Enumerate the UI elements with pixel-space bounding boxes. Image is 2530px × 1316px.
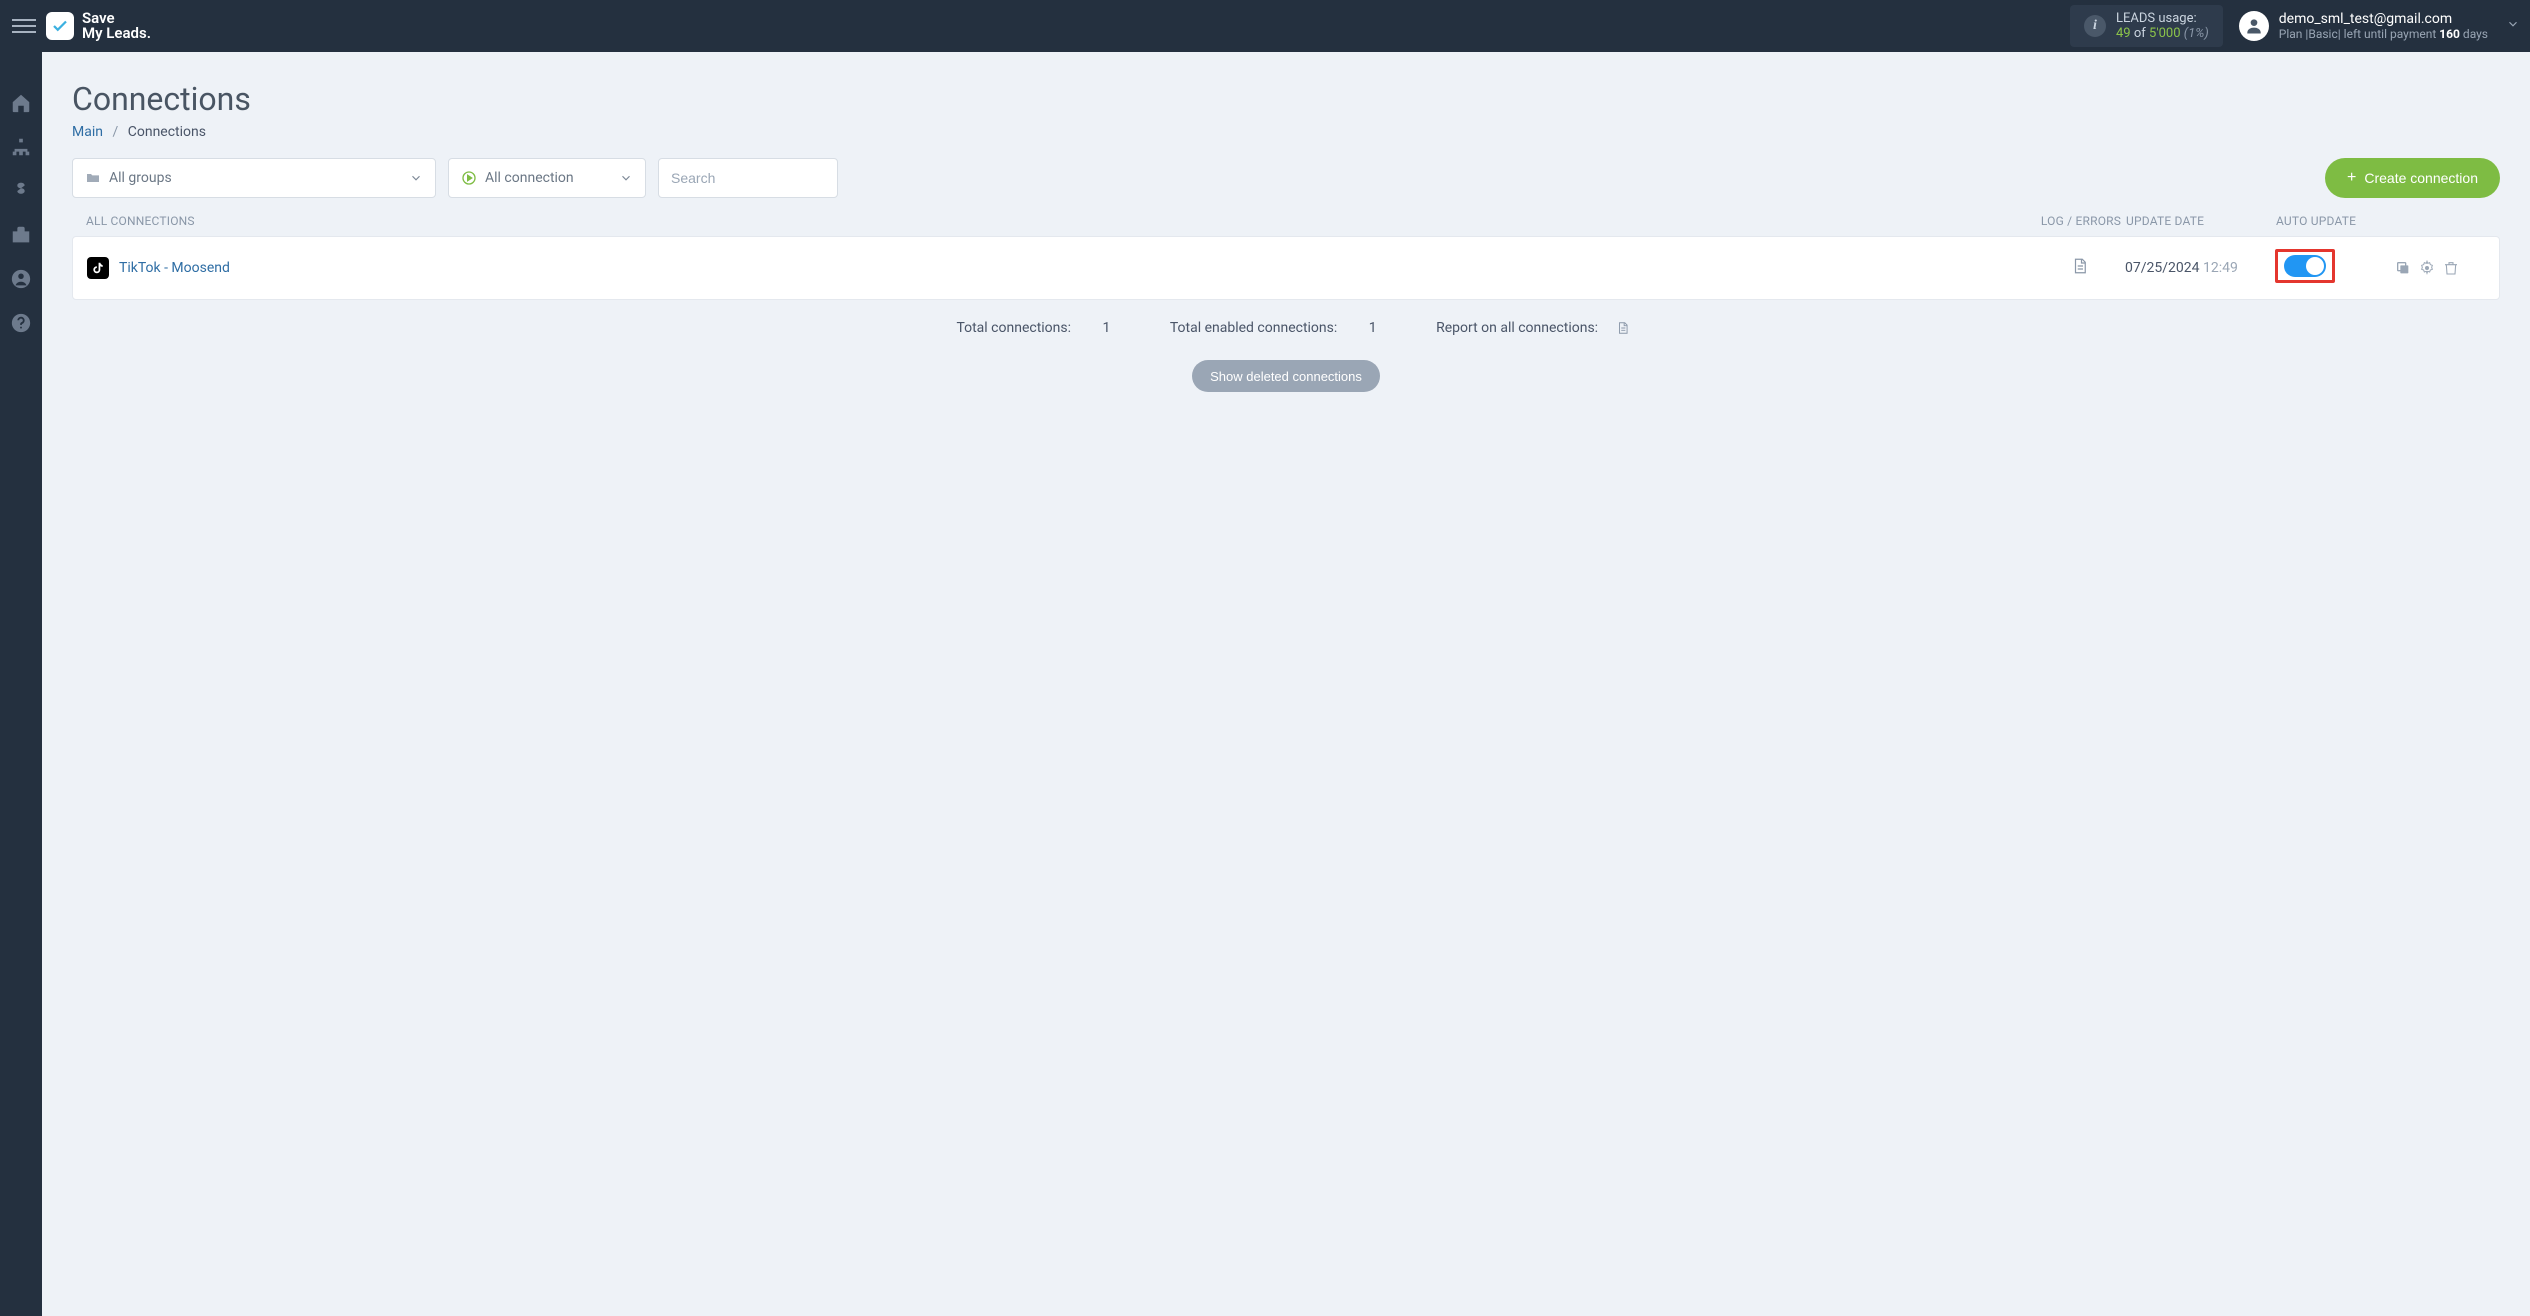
tiktok-icon (87, 257, 109, 279)
leads-usage-box[interactable]: i LEADS usage: 49 of 5'000 (1%) (2070, 5, 2223, 47)
sitemap-icon[interactable] (10, 136, 32, 158)
chevron-down-icon (409, 171, 423, 185)
logo[interactable]: Save My Leads. (46, 11, 151, 41)
chevron-down-icon (619, 171, 633, 185)
breadcrumb-main[interactable]: Main (72, 124, 103, 140)
sidebar (0, 52, 42, 1316)
info-icon: i (2084, 15, 2106, 37)
play-circle-icon (461, 170, 477, 186)
dollar-icon[interactable] (10, 180, 32, 202)
col-header-date: UPDATE DATE (2126, 214, 2276, 228)
avatar-icon (2239, 11, 2269, 41)
plus-icon: + (2347, 170, 2356, 186)
connection-name-link[interactable]: TikTok - Moosend (119, 260, 230, 276)
page-title: Connections (72, 80, 2500, 118)
user-circle-icon[interactable] (10, 268, 32, 290)
briefcase-icon[interactable] (10, 224, 32, 246)
search-input[interactable] (658, 158, 838, 198)
col-header-auto: AUTO UPDATE (2276, 214, 2396, 228)
logo-text: Save My Leads. (82, 11, 151, 41)
col-header-log: LOG / ERRORS (2036, 214, 2126, 228)
auto-update-toggle[interactable] (2284, 255, 2326, 277)
show-deleted-button[interactable]: Show deleted connections (1192, 360, 1380, 392)
groups-select[interactable]: All groups (72, 158, 436, 198)
document-icon[interactable] (2071, 257, 2089, 275)
leads-value: 49 of 5'000 (1%) (2116, 26, 2209, 41)
update-date: 07/25/2024 12:49 (2125, 260, 2238, 276)
user-menu[interactable]: demo_sml_test@gmail.com Plan |Basic| lef… (2239, 11, 2488, 41)
hamburger-menu[interactable] (12, 14, 36, 38)
logo-icon (46, 12, 74, 40)
connection-row: TikTok - Moosend 07/25/2024 12:49 (72, 236, 2500, 300)
breadcrumb-current: Connections (128, 124, 206, 140)
trash-icon[interactable] (2443, 260, 2459, 276)
create-connection-button[interactable]: + Create connection (2325, 158, 2500, 198)
col-header-name: ALL CONNECTIONS (86, 214, 2036, 228)
summary-row: Total connections: 1 Total enabled conne… (72, 320, 2500, 336)
gear-icon[interactable] (2419, 260, 2435, 276)
copy-icon[interactable] (2395, 260, 2411, 276)
home-icon[interactable] (10, 92, 32, 114)
user-email: demo_sml_test@gmail.com (2279, 11, 2488, 27)
help-icon[interactable] (10, 312, 32, 334)
chevron-down-icon[interactable] (2506, 17, 2520, 35)
document-icon[interactable] (1616, 321, 1630, 335)
user-plan: Plan |Basic| left until payment 160 days (2279, 27, 2488, 41)
leads-label: LEADS usage: (2116, 11, 2209, 26)
folder-icon (85, 170, 101, 186)
auto-update-highlight (2275, 249, 2335, 283)
connection-filter-select[interactable]: All connection (448, 158, 646, 198)
breadcrumb: Main / Connections (72, 124, 2500, 140)
